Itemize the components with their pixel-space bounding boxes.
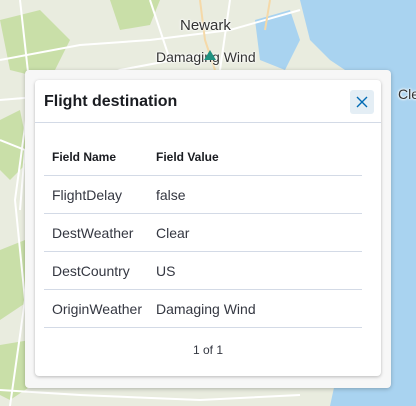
properties-table: Field Name Field Value FlightDelay false… [44, 138, 362, 328]
field-value-cell: US [148, 251, 362, 290]
field-value-cell: Clear [148, 213, 362, 252]
tooltip-popup: Flight destination Field Name Field Valu… [25, 70, 391, 388]
close-button[interactable] [350, 90, 374, 114]
close-icon [356, 96, 368, 108]
map-label-weather-edge: Cle [398, 86, 416, 102]
field-value-cell: Damaging Wind [148, 289, 362, 328]
column-header-field-name: Field Name [44, 138, 148, 176]
field-name-cell: DestWeather [44, 213, 148, 252]
field-name-cell: FlightDelay [44, 175, 148, 214]
feature-properties-panel: Flight destination Field Name Field Valu… [35, 80, 381, 376]
map-label-city: Newark [180, 17, 231, 34]
header-divider [35, 122, 381, 123]
field-name-cell: DestCountry [44, 251, 148, 290]
table-row: FlightDelay false [44, 175, 362, 214]
pagination-text: 1 of 1 [192, 343, 224, 357]
table-row: OriginWeather Damaging Wind [44, 289, 362, 328]
table-header-row: Field Name Field Value [44, 138, 362, 176]
table-row: DestCountry US [44, 251, 362, 290]
field-value-cell: false [148, 175, 362, 214]
popup-title: Flight destination [44, 93, 178, 110]
map-marker-icon[interactable] [204, 50, 216, 60]
column-header-field-value: Field Value [148, 138, 362, 176]
table-row: DestWeather Clear [44, 213, 362, 252]
field-name-cell: OriginWeather [44, 289, 148, 328]
